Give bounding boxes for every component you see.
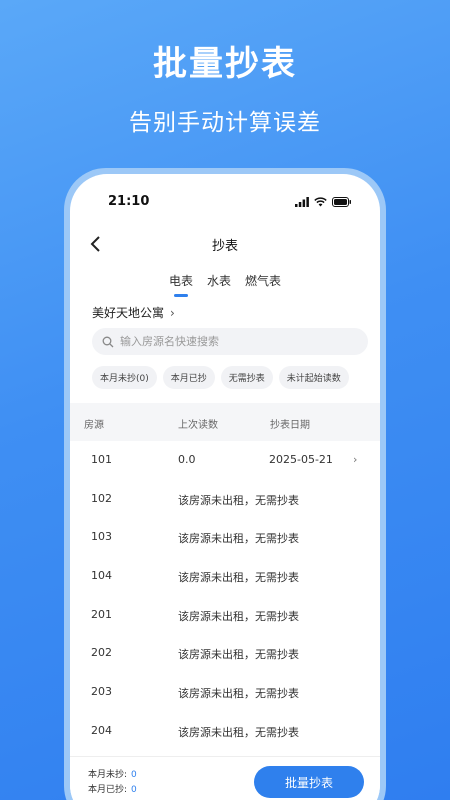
unread-count: 0 — [131, 770, 137, 780]
table-row: 201 该房源未出租，无需抄表 — [70, 596, 380, 635]
row-note: 该房源未出租，无需抄表 — [178, 725, 299, 739]
filter-chips: 本月未抄(0) 本月已抄 无需抄表 未计起始读数 — [92, 366, 349, 389]
search-icon — [102, 336, 114, 347]
meter-tabs: 电表 水表 燃气表 — [70, 272, 380, 297]
building-name: 美好天地公寓 — [92, 306, 165, 320]
row-note: 该房源未出租，无需抄表 — [178, 532, 299, 546]
row-note: 该房源未出租，无需抄表 — [178, 687, 299, 701]
row-room: 203 — [91, 685, 112, 699]
page-title: 抄表 — [211, 239, 238, 254]
table-row: 203 该房源未出租，无需抄表 — [70, 673, 380, 712]
table-row: 204 该房源未出租，无需抄表 — [70, 712, 380, 751]
read-label: 本月已抄: — [88, 785, 128, 795]
status-bar: 21:10 — [70, 194, 380, 214]
battery-icon — [332, 197, 351, 207]
row-room: 102 — [91, 491, 112, 505]
read-stat: 本月已抄: 0 — [88, 782, 137, 795]
bottom-bar: 本月未抄: 0 本月已抄: 0 批量抄表 — [70, 756, 380, 800]
row-note: 该房源未出租，无需抄表 — [178, 493, 299, 507]
unread-stat: 本月未抄: 0 — [88, 767, 137, 780]
row-room: 201 — [91, 607, 112, 621]
row-note: 该房源未出租，无需抄表 — [178, 609, 299, 623]
search-bar[interactable] — [92, 328, 368, 355]
signal-icon — [295, 197, 309, 207]
table-row: 202 该房源未出租，无需抄表 — [70, 634, 380, 673]
search-input[interactable] — [120, 335, 350, 348]
building-selector[interactable]: 美好天地公寓 › — [92, 304, 175, 321]
row-note: 该房源未出租，无需抄表 — [178, 648, 299, 662]
unread-label: 本月未抄: — [88, 770, 128, 780]
filter-no-need[interactable]: 无需抄表 — [220, 366, 273, 389]
row-note: 该房源未出租，无需抄表 — [178, 571, 299, 585]
status-time: 21:10 — [108, 194, 150, 209]
row-room: 104 — [91, 569, 112, 583]
read-count: 0 — [131, 785, 137, 795]
row-room: 103 — [91, 530, 112, 544]
row-room: 202 — [91, 646, 112, 660]
filter-no-initial[interactable]: 未计起始读数 — [278, 366, 349, 389]
chevron-right-icon: › — [170, 306, 175, 320]
header-date: 抄表日期 — [270, 420, 310, 431]
table-header: 房源 上次读数 抄表日期 — [70, 403, 380, 441]
table-row: 102 该房源未出租，无需抄表 — [70, 480, 380, 519]
table-row[interactable]: 101 0.0 2025-05-21 › — [70, 441, 380, 480]
hero-title: 批量抄表 — [153, 44, 297, 84]
table-row: 104 该房源未出租，无需抄表 — [70, 557, 380, 596]
filter-read[interactable]: 本月已抄 — [162, 366, 215, 389]
nav-bar: 抄表 — [70, 232, 380, 258]
hero-subtitle: 告别手动计算误差 — [129, 110, 321, 136]
tab-water[interactable]: 水表 — [207, 272, 231, 297]
phone-screen: 21:10 抄表 电表 水表 燃气表 美好天地公寓 › 输入房源名快速搜索 本月… — [70, 174, 380, 800]
row-reading: 0.0 — [178, 453, 196, 466]
header-last-reading: 上次读数 — [178, 420, 218, 431]
header-room: 房源 — [84, 420, 104, 431]
wifi-icon — [314, 197, 327, 207]
row-room: 204 — [91, 723, 112, 737]
chevron-right-icon: › — [353, 453, 358, 466]
row-date: 2025-05-21 — [269, 453, 333, 466]
table-row: 103 该房源未出租，无需抄表 — [70, 518, 380, 557]
phone-frame: 21:10 抄表 电表 水表 燃气表 美好天地公寓 › 输入房源名快速搜索 本月… — [64, 168, 386, 800]
room-list: 101 0.0 2025-05-21 › 102 该房源未出租，无需抄表 103… — [70, 441, 380, 751]
filter-unread[interactable]: 本月未抄(0) — [92, 366, 157, 389]
tab-gas[interactable]: 燃气表 — [245, 272, 281, 297]
batch-read-button[interactable]: 批量抄表 — [254, 766, 364, 798]
status-icons — [295, 197, 352, 207]
row-room: 101 — [91, 453, 112, 466]
tab-electric[interactable]: 电表 — [169, 272, 193, 297]
